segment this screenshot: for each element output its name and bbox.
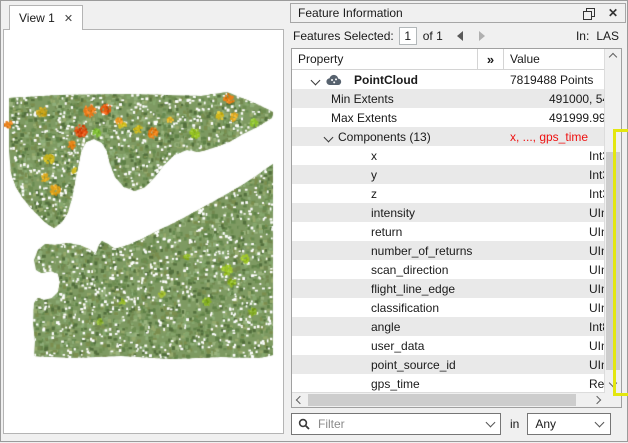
table-row[interactable]: scan_direction UInt8 [292, 260, 605, 279]
property-name: scan_direction [371, 263, 448, 277]
table-row[interactable]: Max Extents 491999.99, 545799 [292, 108, 605, 127]
selection-toolbar: Features Selected: 1 of 1 In: LAS [290, 25, 628, 47]
table-row[interactable]: return UInt8 [292, 222, 605, 241]
scope-select[interactable]: Any [527, 413, 611, 435]
property-name: y [371, 168, 377, 182]
property-value: UInt16 [583, 206, 605, 220]
property-value: Int32, Scale: 0.01 [583, 187, 605, 201]
filter-dropdown-icon[interactable] [486, 418, 496, 428]
expand-columns-button[interactable]: » [478, 49, 504, 69]
table-row[interactable]: y Int32, Scale: 0.01 [292, 165, 605, 184]
filter-input[interactable] [316, 416, 481, 432]
property-value: UInt8 [583, 263, 605, 277]
property-name: flight_line_edge [371, 282, 455, 296]
table-row[interactable]: x Int32, Scale: 0.01 [292, 146, 605, 165]
scope-value: Any [535, 417, 596, 431]
property-name: Components (13) [332, 130, 431, 144]
property-name: point_source_id [371, 358, 456, 372]
table-row[interactable]: z Int32, Scale: 0.01 [292, 184, 605, 203]
table-row[interactable]: classification UInt8 [292, 298, 605, 317]
table-header: Property » Value [292, 49, 605, 70]
property-value: 491999.99, 545799 [543, 111, 605, 125]
property-value: Int8 [583, 320, 605, 334]
scroll-left-button[interactable] [292, 393, 307, 407]
property-value: Int32, Scale: 0.01 [583, 149, 605, 163]
tab-close-icon[interactable]: ✕ [64, 12, 73, 25]
filter-input-wrap [291, 413, 501, 435]
property-value: x, ..., gps_time [504, 130, 605, 144]
property-value: UInt8 [583, 339, 605, 353]
prev-feature-button[interactable] [457, 31, 463, 41]
map-viewport[interactable] [3, 29, 284, 434]
property-name: z [371, 187, 377, 201]
table-row[interactable]: Components (13) x, ..., gps_time [292, 127, 605, 146]
property-name: return [371, 225, 402, 239]
property-value: Real64 [583, 377, 605, 391]
property-name: user_data [371, 339, 424, 353]
scope-dropdown-icon [595, 418, 605, 428]
filter-bar: in Any [291, 411, 628, 437]
feature-count-label: of 1 [423, 29, 443, 43]
view-pane: View 1 ✕ [1, 1, 287, 443]
filter-in-label: in [510, 417, 519, 431]
property-name: PointCloud [348, 73, 418, 87]
property-name: x [371, 149, 377, 163]
chevron-down-icon[interactable] [311, 75, 321, 85]
table-row[interactable]: gps_time Real64 [292, 374, 605, 393]
scroll-up-button[interactable] [605, 49, 621, 65]
property-name: gps_time [371, 377, 420, 391]
property-value: 7819488 Points [504, 73, 605, 87]
table-row[interactable]: flight_line_edge UInt8 [292, 279, 605, 298]
scroll-right-button[interactable] [589, 393, 604, 407]
property-name: Max Extents [331, 111, 397, 125]
app-window: View 1 ✕ Feature Information ✕ Features … [0, 0, 628, 442]
table-row[interactable]: intensity UInt16 [292, 203, 605, 222]
property-value: UInt8 [583, 282, 605, 296]
table-row[interactable]: number_of_returns UInt8 [292, 241, 605, 260]
table-body: PointCloud 7819488 Points Min Extents 49100… [292, 70, 605, 393]
property-name: number_of_returns [371, 244, 472, 258]
feature-index-input[interactable]: 1 [399, 27, 417, 45]
property-value: 491000, 545700... [543, 92, 605, 106]
property-value: UInt8 [583, 225, 605, 239]
close-icon[interactable]: ✕ [608, 7, 618, 19]
vertical-scroll-thumb[interactable] [606, 152, 620, 370]
view-tabbar: View 1 ✕ [1, 1, 287, 30]
table-row[interactable]: point_source_id UInt16 [292, 355, 605, 374]
property-table: Property » Value PointCloud 7819488 Point… [291, 48, 622, 408]
property-value: UInt8 [583, 301, 605, 315]
property-value: UInt16 [583, 358, 605, 372]
property-column-header[interactable]: Property [292, 49, 478, 69]
in-label: In: [576, 29, 589, 43]
table-row[interactable]: PointCloud 7819488 Points [292, 70, 605, 89]
property-name: Min Extents [331, 92, 394, 106]
property-name: angle [371, 320, 400, 334]
property-name: classification [371, 301, 439, 315]
horizontal-scrollbar[interactable] [292, 392, 605, 407]
value-column-header[interactable]: Value [504, 49, 605, 69]
table-row[interactable]: user_data UInt8 [292, 336, 605, 355]
property-value: UInt8 [583, 244, 605, 258]
tab-label: View 1 [19, 11, 55, 25]
tab-view1[interactable]: View 1 ✕ [9, 5, 83, 30]
panel-titlebar: Feature Information ✕ [290, 3, 626, 23]
feature-info-panel: Feature Information ✕ Features Selected:… [288, 1, 628, 443]
table-row[interactable]: angle Int8 [292, 317, 605, 336]
pointcloud-icon [326, 74, 342, 86]
next-feature-button[interactable] [479, 31, 485, 41]
format-label: LAS [596, 29, 619, 43]
pointcloud-canvas[interactable] [4, 30, 283, 433]
panel-title: Feature Information [298, 6, 583, 20]
property-name: intensity [371, 206, 415, 220]
table-row[interactable]: Min Extents 491000, 545700... [292, 89, 605, 108]
property-value: Int32, Scale: 0.01 [583, 168, 605, 182]
search-icon [298, 418, 310, 430]
vertical-scrollbar[interactable] [604, 49, 621, 407]
features-selected-label: Features Selected: [293, 29, 394, 43]
scroll-down-button[interactable] [605, 375, 621, 391]
float-window-icon[interactable] [583, 8, 594, 19]
horizontal-scroll-thumb[interactable] [308, 394, 576, 406]
